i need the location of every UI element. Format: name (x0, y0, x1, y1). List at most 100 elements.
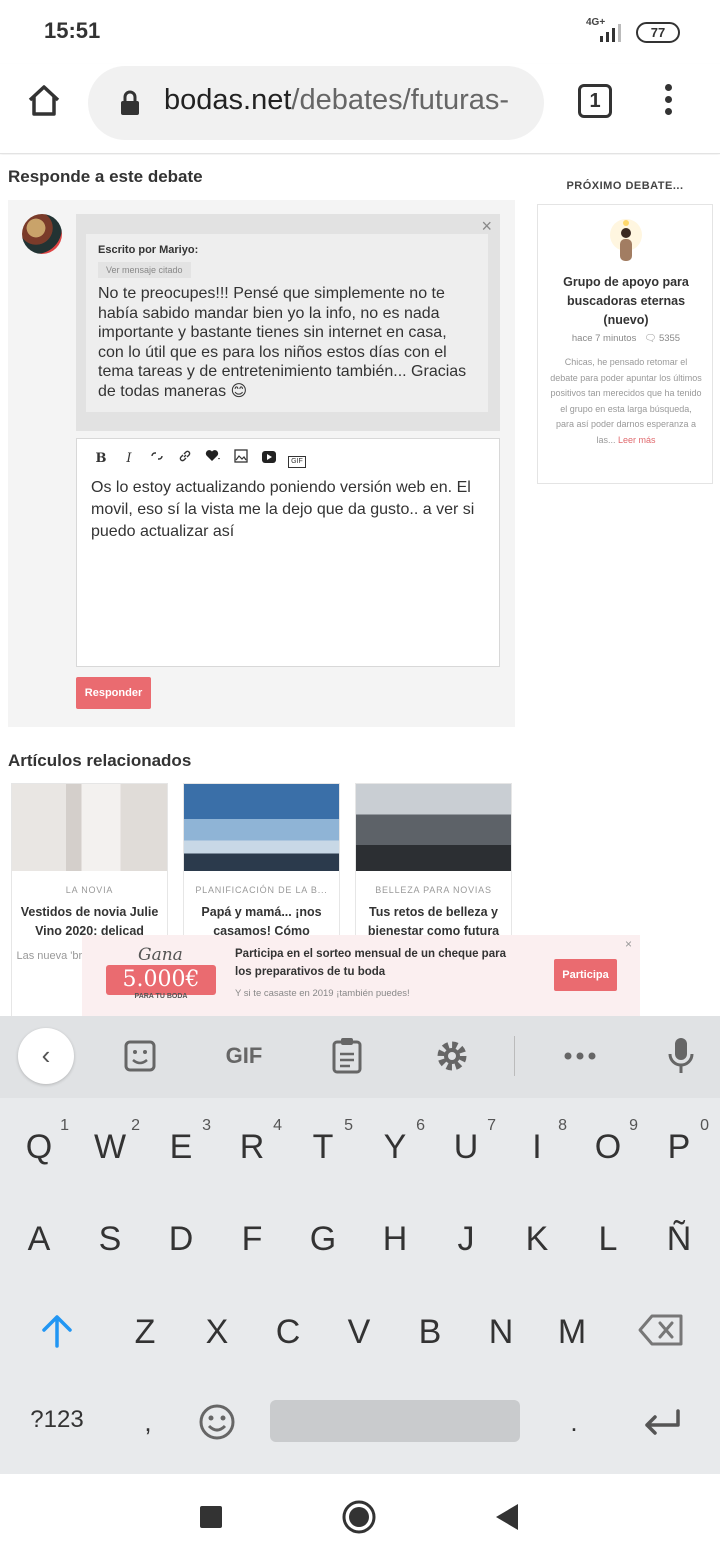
key-o[interactable]: O9 (578, 1112, 638, 1182)
back-icon[interactable] (496, 1504, 518, 1530)
microphone-icon[interactable] (666, 1036, 696, 1076)
space-key[interactable] (270, 1400, 520, 1442)
reply-editor[interactable]: B I GIF Os lo estoy actualizando poniend… (76, 438, 500, 667)
key-e[interactable]: E3 (151, 1112, 211, 1182)
sticker-icon[interactable] (122, 1036, 158, 1076)
clipboard-icon[interactable] (330, 1036, 364, 1076)
next-debate-card[interactable]: Grupo de apoyo para buscadoras eternas (… (537, 204, 713, 484)
gif-button[interactable]: GIF (283, 449, 311, 469)
next-debate-excerpt: Chicas, he pensado retomar el debate par… (550, 355, 702, 448)
link-icon[interactable] (171, 449, 199, 469)
key-v[interactable]: V (329, 1297, 389, 1367)
key-a[interactable]: A (9, 1204, 69, 1274)
key-q[interactable]: Q1 (9, 1112, 69, 1182)
home-nav-icon[interactable] (342, 1500, 376, 1534)
status-bar: 15:51 4G+ 77 (0, 0, 720, 64)
key-r[interactable]: R4 (222, 1112, 282, 1182)
key-j[interactable]: J (436, 1204, 496, 1274)
key-i[interactable]: I8 (507, 1112, 567, 1182)
clock: 15:51 (44, 18, 101, 43)
key-z[interactable]: Z (115, 1297, 175, 1367)
key-number-hint: 5 (344, 1117, 353, 1134)
tabs-icon[interactable]: 1 (578, 84, 612, 118)
key-p[interactable]: P0 (649, 1112, 709, 1182)
key-label: R (239, 1128, 265, 1166)
key-number-hint: 0 (700, 1117, 709, 1134)
key-y[interactable]: Y6 (365, 1112, 425, 1182)
key-label: P (667, 1128, 691, 1166)
key-m[interactable]: M (542, 1297, 602, 1367)
key-ñ[interactable]: Ñ (649, 1204, 709, 1274)
respond-button[interactable]: Responder (76, 677, 151, 709)
promo-small-text: Y si te casaste en 2019 ¡también puedes! (235, 988, 410, 999)
more-icon[interactable] (562, 1036, 598, 1076)
next-debate-excerpt-text: Chicas, he pensado retomar el debate par… (550, 357, 702, 445)
editor-text[interactable]: Os lo estoy actualizando poniendo versió… (91, 477, 487, 543)
promo-amount-sub: PARA TU BODA (134, 993, 188, 1000)
comma-key[interactable]: , (118, 1387, 178, 1457)
key-number-hint: 1 (60, 1117, 69, 1134)
symbols-key[interactable]: ?123 (20, 1385, 94, 1455)
promo-banner[interactable]: × Gana 5.000€ PARA TU BODA Participa en … (82, 935, 640, 1017)
key-d[interactable]: D (151, 1204, 211, 1274)
close-icon[interactable]: × (625, 937, 632, 951)
emoji-icon[interactable] (197, 1402, 237, 1442)
reply-heading: Responde a este debate (8, 167, 203, 186)
key-k[interactable]: K (507, 1204, 567, 1274)
gear-icon[interactable] (434, 1036, 470, 1076)
chevron-left-icon[interactable]: ‹ (18, 1028, 74, 1084)
recents-icon[interactable] (200, 1506, 222, 1528)
quote-author: Escrito por Mariyo: (98, 244, 199, 256)
lock-icon (121, 90, 139, 115)
key-u[interactable]: U7 (436, 1112, 496, 1182)
period-key[interactable]: . (544, 1387, 604, 1457)
key-w[interactable]: W2 (80, 1112, 140, 1182)
overflow-menu-icon[interactable] (662, 84, 674, 118)
key-label: W (93, 1128, 127, 1166)
unlink-icon[interactable] (143, 449, 171, 469)
key-number-hint: 6 (416, 1117, 425, 1134)
video-icon[interactable] (255, 449, 283, 469)
promo-text: Participa en el sorteo mensual de un che… (235, 948, 506, 978)
article-image (12, 784, 167, 871)
gif-button[interactable]: GIF (216, 1036, 272, 1076)
shift-icon[interactable] (40, 1313, 74, 1349)
reply-panel: × Escrito por Mariyo: Ver mensaje citado… (8, 200, 515, 727)
next-debate-thumbnail (610, 219, 642, 261)
key-number-hint: 3 (202, 1117, 211, 1134)
key-l[interactable]: L (578, 1204, 638, 1274)
key-b[interactable]: B (400, 1297, 460, 1367)
quoted-message: Escrito por Mariyo: Ver mensaje citado N… (86, 234, 488, 412)
article-category: PLANIFICACIÓN DE LA B... (195, 885, 328, 895)
key-label: E (169, 1128, 193, 1166)
key-c[interactable]: C (258, 1297, 318, 1367)
key-number-hint: 7 (487, 1117, 496, 1134)
key-h[interactable]: H (365, 1204, 425, 1274)
image-icon[interactable] (227, 449, 255, 469)
key-g[interactable]: G (293, 1204, 353, 1274)
key-x[interactable]: X (187, 1297, 247, 1367)
keyboard: ‹ GIF Q1W2E3R4T5Y6U7I8O9P0ASDFGHJKLÑZXCV… (0, 1016, 720, 1474)
heart-icon[interactable] (199, 449, 227, 469)
italic-button[interactable]: I (115, 449, 143, 469)
avatar[interactable] (22, 214, 62, 254)
backspace-icon[interactable] (638, 1314, 684, 1346)
enter-icon[interactable] (642, 1407, 682, 1437)
key-s[interactable]: S (80, 1204, 140, 1274)
next-debate-title[interactable]: Grupo de apoyo para buscadoras eternas (… (548, 273, 704, 330)
key-f[interactable]: F (222, 1204, 282, 1274)
read-more-link[interactable]: Leer más (618, 435, 656, 445)
next-debate-time: hace 7 minutos (571, 333, 637, 344)
view-cited-message-button[interactable]: Ver mensaje citado (98, 262, 191, 278)
url-path: /debates/futuras- (291, 84, 510, 116)
page-content: Responde a este debate × Escrito por Mar… (0, 155, 720, 1017)
url-bar[interactable]: bodas.net/debates/futuras- (88, 66, 544, 140)
url-text: bodas.net/debates/futuras- (164, 84, 509, 117)
bold-button[interactable]: B (87, 449, 115, 469)
participate-button[interactable]: Participa (554, 959, 617, 991)
article-category: BELLEZA PARA NOVIAS (375, 885, 492, 895)
key-t[interactable]: T5 (293, 1112, 353, 1182)
home-icon[interactable] (26, 82, 62, 118)
key-n[interactable]: N (471, 1297, 531, 1367)
battery-icon: 77 (636, 22, 680, 43)
